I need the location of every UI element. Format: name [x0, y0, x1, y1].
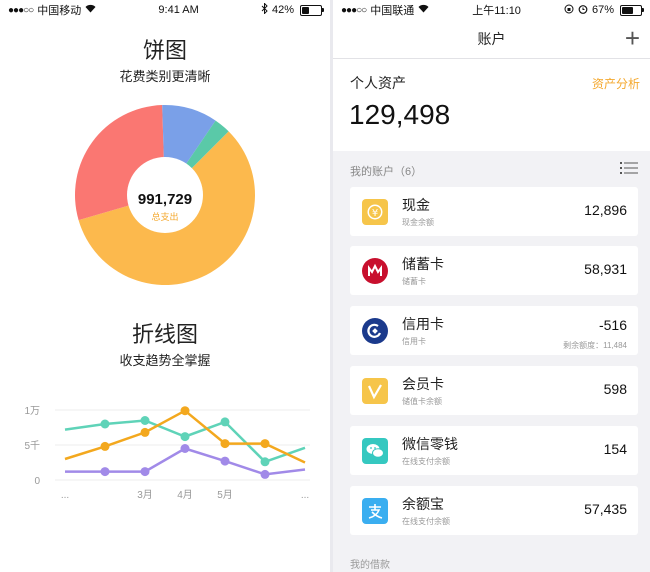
cash-icon: ¥	[362, 199, 388, 225]
list-view-icon[interactable]	[620, 161, 638, 175]
account-desc: 在线支付余额	[402, 457, 450, 466]
account-amount: -516	[598, 317, 627, 333]
account-desc: 信用卡	[402, 337, 426, 346]
credit-remaining-note: 剩余额度：11,484	[563, 341, 627, 350]
series-point	[100, 441, 110, 451]
series-point	[220, 439, 230, 449]
account-card-credit[interactable]: 信用卡 信用卡 -516 剩余额度：11,484	[350, 306, 638, 355]
y-tick-label: 5千	[24, 440, 40, 452]
series-point	[260, 469, 270, 479]
ccb-logo-icon	[362, 318, 388, 344]
y-tick-label: 0	[34, 476, 40, 487]
pie-chart: 991,729 总支出	[74, 105, 255, 285]
series-point	[140, 427, 150, 437]
alarm-icon	[578, 4, 588, 17]
account-card-member[interactable]: 会员卡 储值卡余额 598	[350, 366, 638, 415]
account-desc: 在线支付余额	[402, 517, 450, 526]
series-point	[140, 467, 150, 477]
account-card-wechat[interactable]: 微信零钱 在线支付余额 154	[350, 426, 638, 475]
series-point	[180, 444, 190, 453]
series-point	[220, 456, 230, 466]
left-phone-screen: ●●●○○ 中国移动 9:41 AM 42% 饼图 花费类别更清晰 991,72…	[0, 0, 330, 572]
account-desc: 储值卡余额	[402, 397, 442, 406]
y-tick-label: 1万	[24, 406, 40, 417]
x-tick-label: ...	[61, 490, 69, 501]
bluetooth-icon	[261, 2, 268, 17]
account-desc: 储蓄卡	[402, 277, 426, 286]
account-desc: 现金余额	[402, 218, 434, 227]
x-tick-label: 5月	[217, 489, 233, 501]
series-point	[180, 406, 190, 416]
series-point	[260, 439, 270, 449]
right-phone-screen: ●●●○○ 中国联通 上午11:10 67% 账户 + 个人资产 资产分析 12…	[333, 0, 650, 572]
line-subtitle: 收支趋势全掌握	[119, 353, 211, 368]
nav-bar: 账户 +	[333, 20, 650, 59]
line-chart: 0 5千 1万... 3月 4月 5月...	[24, 406, 310, 501]
carrier-label: 中国移动	[37, 5, 82, 17]
rotation-lock-icon	[564, 4, 574, 17]
status-time: 9:41 AM	[158, 4, 199, 16]
assets-analysis-link[interactable]: 资产分析	[592, 75, 640, 92]
x-tick-label: 3月	[137, 489, 153, 501]
series-point	[260, 457, 270, 467]
account-name: 信用卡	[402, 316, 444, 332]
pie-total-value: 991,729	[138, 191, 192, 208]
series-point	[100, 419, 110, 429]
battery-percent: 67%	[591, 4, 614, 16]
x-tick-label: 4月	[177, 489, 193, 501]
battery-percent: 42%	[271, 4, 294, 16]
pie-title: 饼图	[142, 38, 187, 63]
series-point	[100, 467, 110, 477]
account-card-cash[interactable]: ¥ 现金 现金余额 12,896	[350, 187, 638, 236]
wechat-icon	[362, 438, 388, 464]
accounts-header: 我的账户（6）	[333, 151, 650, 185]
series-line	[64, 419, 306, 464]
assets-summary[interactable]: 个人资产 资产分析 129,498	[333, 59, 650, 151]
account-name: 余额宝	[402, 496, 444, 512]
battery-icon	[300, 4, 324, 16]
account-amount: 598	[603, 381, 627, 397]
signal-icon: ●●●○○	[341, 4, 367, 16]
account-card-yuebao[interactable]: 余额宝 在线支付余额 57,435	[350, 486, 638, 535]
x-tick-label: ...	[301, 490, 309, 501]
account-name: 储蓄卡	[402, 256, 444, 272]
nav-title: 账户	[477, 31, 506, 47]
series-point	[140, 416, 150, 425]
status-bar: ●●●○○ 中国移动 9:41 AM 42%	[0, 0, 330, 20]
signal-icon: ●●●○○	[8, 4, 34, 16]
accounts-header-label: 我的账户（6）	[350, 166, 423, 178]
account-amount: 12,896	[584, 202, 627, 218]
svg-text:¥: ¥	[372, 208, 378, 219]
pie-total-label: 总支出	[151, 211, 178, 222]
account-amount: 154	[603, 441, 627, 457]
account-name: 会员卡	[402, 376, 444, 392]
series-point	[180, 432, 190, 442]
account-card-savings[interactable]: 储蓄卡 储蓄卡 58,931	[350, 246, 638, 295]
alipay-icon	[362, 498, 388, 524]
loans-section-label: 我的借款	[350, 560, 390, 571]
account-amount: 57,435	[584, 501, 627, 517]
account-name: 微信零钱	[402, 436, 458, 452]
assets-label: 个人资产	[350, 75, 406, 91]
series-point	[220, 417, 230, 427]
vip-card-icon	[362, 378, 388, 404]
add-icon[interactable]: +	[625, 24, 640, 52]
carrier-label: 中国联通	[370, 5, 415, 17]
assets-value: 129,498	[349, 99, 451, 130]
account-amount: 58,931	[584, 261, 627, 277]
battery-icon	[619, 4, 644, 16]
bank-logo-icon	[362, 258, 388, 284]
wifi-icon	[418, 4, 429, 16]
wifi-icon	[85, 4, 96, 16]
account-name: 现金	[402, 197, 430, 213]
status-bar: ●●●○○ 中国联通 上午11:10 67%	[333, 0, 650, 20]
line-title: 折线图	[131, 322, 198, 347]
status-time: 上午11:10	[472, 5, 521, 17]
